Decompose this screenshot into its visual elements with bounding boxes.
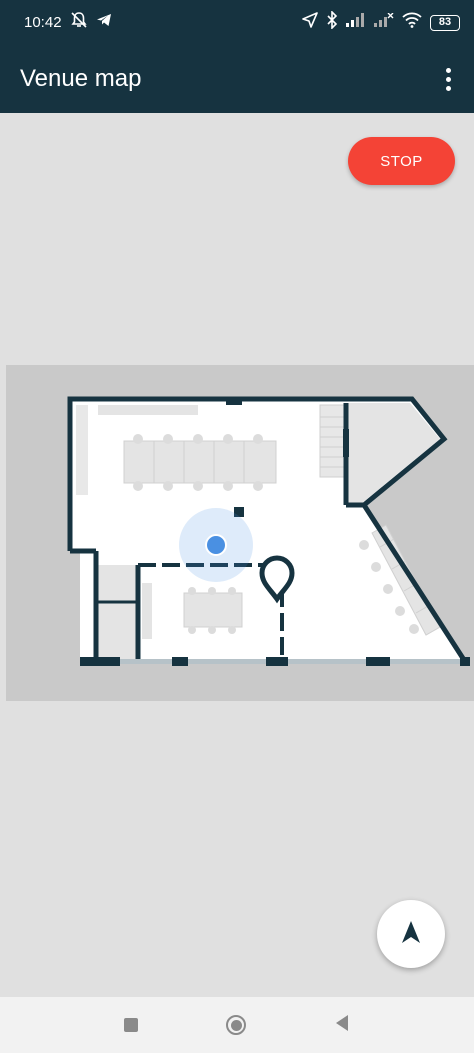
telegram-icon — [96, 12, 112, 33]
navigation-button[interactable] — [377, 900, 445, 968]
counter-meeting — [142, 583, 152, 639]
recents-icon[interactable] — [124, 1018, 138, 1032]
meeting-table — [183, 592, 243, 628]
room-left-lower — [96, 565, 138, 661]
stop-button[interactable]: STOP — [348, 137, 455, 185]
wifi-icon — [402, 12, 422, 33]
page-title: Venue map — [20, 65, 142, 92]
mute-icon — [70, 11, 88, 34]
current-location-dot — [205, 534, 227, 556]
battery-icon: 83 — [430, 14, 460, 31]
app-bar: Venue map — [0, 45, 474, 113]
floor-plan[interactable] — [0, 365, 474, 701]
signal-x-icon — [374, 12, 394, 32]
status-time: 10:42 — [24, 14, 62, 31]
back-icon[interactable] — [334, 1014, 350, 1037]
desk-cluster — [123, 440, 277, 484]
signal-icon — [346, 13, 366, 32]
system-nav-bar — [0, 997, 474, 1053]
home-icon[interactable] — [226, 1015, 246, 1035]
status-bar-left: 10:42 — [24, 11, 112, 34]
staircase — [319, 404, 347, 478]
bluetooth-icon — [326, 10, 338, 34]
status-bar-right: 83 — [302, 10, 460, 34]
more-vert-icon[interactable] — [436, 65, 460, 93]
counter-left — [76, 405, 88, 495]
counter-top — [98, 405, 198, 415]
status-bar: 10:42 83 — [0, 0, 474, 45]
location-arrow-icon — [302, 12, 318, 33]
navigation-arrow-icon — [400, 920, 422, 949]
